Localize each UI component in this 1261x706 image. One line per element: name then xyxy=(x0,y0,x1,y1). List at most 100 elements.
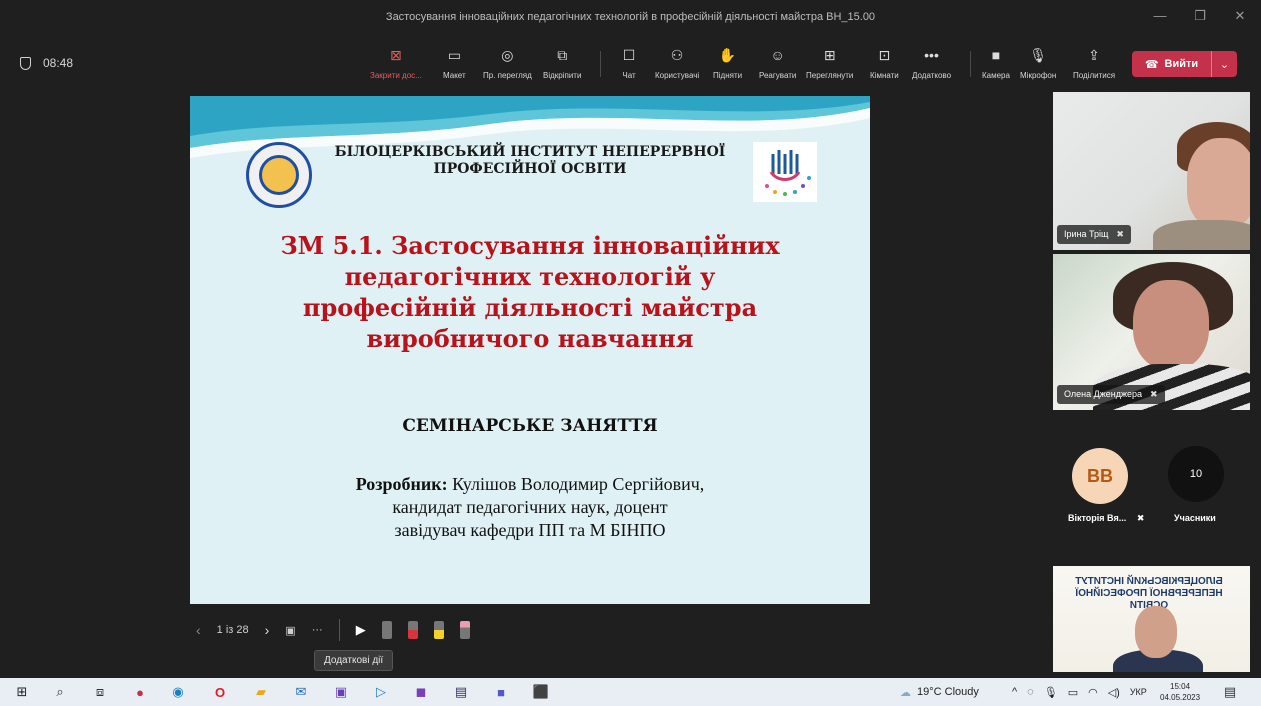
clock-time: 15:04 xyxy=(1170,682,1191,691)
weather-widget[interactable]: ☁ 19°C Cloudy xyxy=(900,678,979,706)
participant-video[interactable]: Олена Дженджера ✖ xyxy=(1053,254,1250,410)
view-button[interactable]: ⊞ Переглянути xyxy=(806,45,853,85)
slide-navigation: ‹ 1 із 28 › ▣ ··· ▶ xyxy=(196,617,486,643)
people-icon: ⚇ xyxy=(670,47,684,63)
tray-icon[interactable]: ◌ xyxy=(1027,686,1034,698)
slide-counter: 1 із 28 xyxy=(216,624,249,636)
mic-icon: 🎙 xyxy=(1029,47,1048,63)
heading-line: виробничого навчання xyxy=(366,324,694,353)
taskbar-clock[interactable]: 15:04 04.05.2023 xyxy=(1160,681,1200,703)
chevron-up-icon[interactable]: ^ xyxy=(1012,686,1017,698)
media-player-icon[interactable]: ▷ xyxy=(373,684,389,700)
shield-icon xyxy=(20,56,31,70)
language-indicator[interactable]: УКР xyxy=(1130,687,1147,697)
meeting-timer: 08:48 xyxy=(20,56,73,70)
more-actions-tooltip: Додаткові дії xyxy=(314,650,394,671)
heading-line: педагогічних технологій у xyxy=(344,262,716,291)
next-slide-icon[interactable]: › xyxy=(265,622,270,638)
windows-start-icon[interactable]: ⊞ xyxy=(14,684,30,700)
raise-hand-button[interactable]: ✋ Підняти xyxy=(713,45,742,85)
participants-label: Учасники xyxy=(1174,513,1216,523)
react-button[interactable]: ☺ Реагувати xyxy=(759,45,796,85)
participant-name: Ірина Тріщ xyxy=(1064,229,1109,239)
volume-icon[interactable]: ◁) xyxy=(1108,686,1120,699)
author-degree: кандидат педагогічних наук, доцент xyxy=(392,497,668,517)
pen-gray-icon[interactable] xyxy=(381,621,392,639)
rooms-button[interactable]: ⊡ Кімнати xyxy=(870,45,899,85)
phone-hangup-icon: ☎ xyxy=(1144,58,1159,71)
opera-icon[interactable]: O xyxy=(212,684,228,700)
more-button[interactable]: ••• Додатково xyxy=(912,45,951,85)
participant-video[interactable]: Ірина Тріщ ✖ xyxy=(1053,92,1250,250)
task-view-icon[interactable]: ⧈ xyxy=(92,684,108,700)
layout-icon: ▭ xyxy=(447,47,461,63)
mic-off-icon: ✖ xyxy=(1136,513,1145,523)
save-icon[interactable]: ▣ xyxy=(333,684,349,700)
shared-slide: БІЛОЦЕРКІВСЬКИЙ ІНСТИТУТ НЕПЕРЕРВНОЇ ПРО… xyxy=(190,96,870,604)
close-share-icon: ⊠ xyxy=(390,47,402,63)
toolbar-divider xyxy=(600,51,601,77)
camera-button[interactable]: ■ Камера xyxy=(982,45,1010,85)
participant-name-tag: Ірина Тріщ ✖ xyxy=(1057,225,1131,244)
presenter-video[interactable]: БІЛОЦЕРКІВСЬКИЙ ІНСТИТУТ НЕПЕРЕРВНОЇ ПРО… xyxy=(1053,566,1250,672)
minimize-icon[interactable]: — xyxy=(1153,8,1167,24)
mic-off-icon: ✖ xyxy=(1116,229,1124,239)
leave-button[interactable]: ☎ Вийти ⌄ xyxy=(1132,51,1237,77)
institute-name: БІЛОЦЕРКІВСЬКИЙ ІНСТИТУТ НЕПЕРЕРВНОЇ ПРО… xyxy=(334,144,726,177)
teams-icon[interactable]: ■ xyxy=(493,684,509,700)
search-icon[interactable]: ⌕ xyxy=(52,684,68,700)
chevron-down-icon[interactable]: ⌄ xyxy=(1211,51,1237,77)
layout-button[interactable]: ▭ Макет xyxy=(443,45,466,85)
grid-view-icon[interactable]: ▣ xyxy=(285,624,295,637)
react-icon: ☺ xyxy=(770,47,785,63)
app-icon[interactable]: ● xyxy=(132,684,148,700)
network-icon[interactable]: ◠ xyxy=(1088,686,1098,699)
mail-icon[interactable]: ✉ xyxy=(293,684,309,700)
popout-icon: ⧉ xyxy=(557,47,568,63)
chat-icon: ☐ xyxy=(622,47,636,63)
more-actions-icon[interactable]: ··· xyxy=(312,624,323,636)
people-button[interactable]: ⚇ Користувачі xyxy=(655,45,699,85)
chat-button[interactable]: ☐ Чат xyxy=(619,45,639,85)
eraser-icon[interactable] xyxy=(459,621,470,639)
onenote-icon[interactable]: ◼ xyxy=(413,684,429,700)
document-icon[interactable]: ▤ xyxy=(453,684,469,700)
participants-count-button[interactable]: 10 xyxy=(1168,446,1224,502)
mic-tray-icon[interactable]: 🎙 xyxy=(1044,686,1058,699)
highlighter-icon[interactable] xyxy=(433,621,444,639)
pointer-icon[interactable]: ▶ xyxy=(356,622,366,638)
file-explorer-icon[interactable]: ▰ xyxy=(253,684,269,700)
stop-sharing-button[interactable]: ⊠ Закрити дос... xyxy=(370,45,422,85)
author-position: завідувач кафедри ПП та М БІНПО xyxy=(394,520,666,540)
share-button[interactable]: ⇪ Поділитися xyxy=(1073,45,1115,85)
battery-icon[interactable]: ▭ xyxy=(1068,686,1078,699)
heading-line: ЗМ 5.1. Застосування інноваційних xyxy=(280,231,780,260)
pdf-icon[interactable]: ⬛ xyxy=(533,684,549,700)
title-bar: Застосування інноваційних педагогічних т… xyxy=(0,0,1261,37)
heading-line: професійній діяльності майстра xyxy=(302,293,758,322)
mic-button[interactable]: 🎙 Мікрофон xyxy=(1020,45,1056,85)
rooms-icon: ⊡ xyxy=(878,47,891,63)
avatar[interactable]: ВВ xyxy=(1072,448,1128,504)
participant-name-tag: Олена Дженджера ✖ xyxy=(1057,385,1165,404)
leave-label: Вийти xyxy=(1164,58,1199,70)
close-icon[interactable]: ✕ xyxy=(1233,8,1247,24)
meeting-time: 08:48 xyxy=(43,56,74,70)
slide-heading: ЗМ 5.1. Застосування інноваційних педаго… xyxy=(230,230,830,354)
notifications-icon[interactable]: ▤ xyxy=(1222,684,1238,700)
seminar-title: СЕМІНАРСЬКЕ ЗАНЯТТЯ xyxy=(402,416,658,436)
author-block: Розробник: Кулішов Володимир Сергійович,… xyxy=(230,473,830,542)
edge-icon[interactable]: ◉ xyxy=(170,684,186,700)
maximize-icon[interactable]: ❐ xyxy=(1193,8,1207,24)
raise-hand-icon: ✋ xyxy=(718,47,737,63)
toolbar-divider xyxy=(970,51,971,77)
pen-red-icon[interactable] xyxy=(407,621,418,639)
preview-button[interactable]: ◎ Пр. перегляд xyxy=(483,45,532,85)
institute-logo-right xyxy=(753,142,817,202)
author-label: Розробник: xyxy=(355,474,448,494)
preview-icon: ◎ xyxy=(501,47,514,63)
leave-main[interactable]: ☎ Вийти xyxy=(1132,58,1211,71)
window-controls: — ❐ ✕ xyxy=(1153,8,1247,24)
popout-button[interactable]: ⧉ Відкріпити xyxy=(543,45,581,85)
previous-slide-icon[interactable]: ‹ xyxy=(196,622,201,638)
